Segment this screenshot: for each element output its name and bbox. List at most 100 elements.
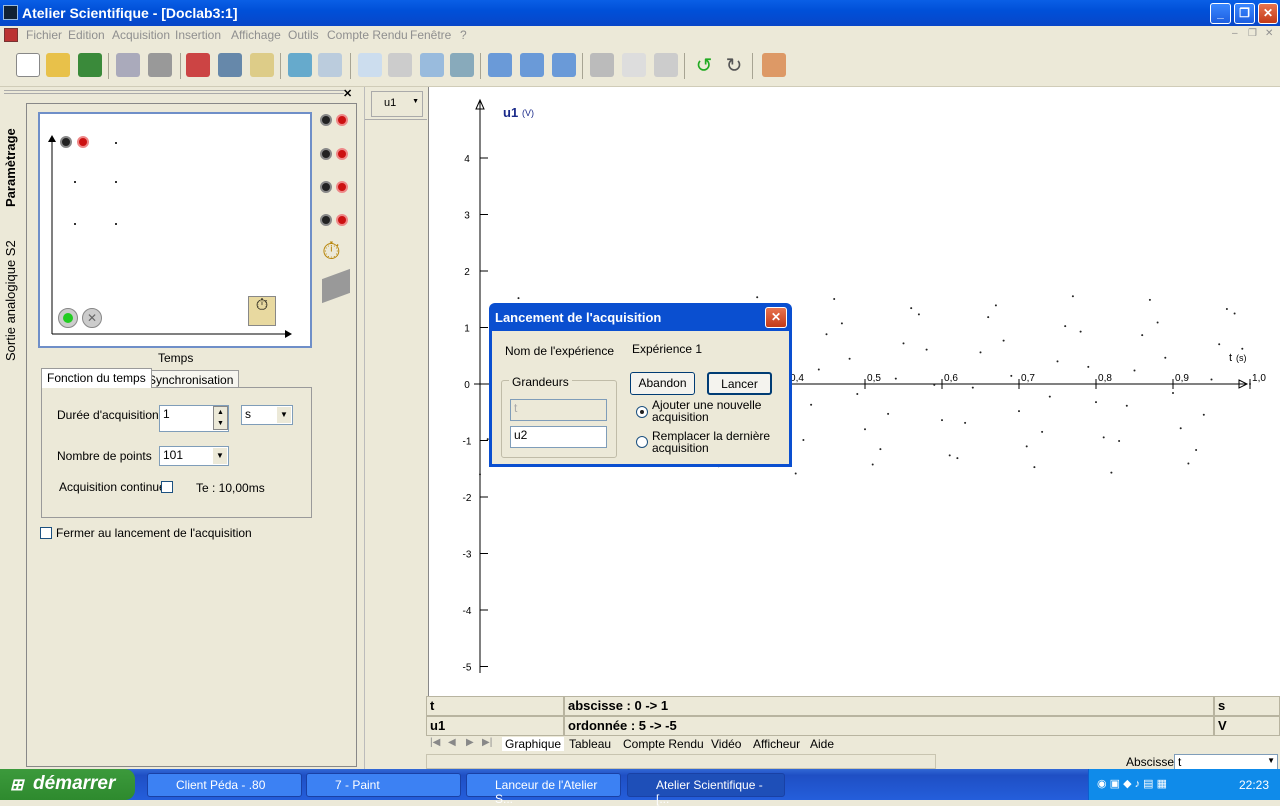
prev-page-icon[interactable]: ◀ xyxy=(448,737,456,748)
tab-graphique[interactable]: Graphique xyxy=(502,737,565,751)
data-point xyxy=(925,348,928,351)
copy-icon[interactable] xyxy=(622,53,646,77)
duree-spinner[interactable]: ▲ ▼ xyxy=(213,406,228,430)
panel-close-icon[interactable]: ✕ xyxy=(343,87,352,100)
tab-afficheur[interactable]: Afficheur xyxy=(753,737,800,751)
probes-icon[interactable] xyxy=(186,53,210,77)
data-point xyxy=(1018,410,1020,413)
grandeurs-label: Grandeurs xyxy=(509,375,572,389)
table-icon[interactable] xyxy=(450,53,474,77)
tools-icon[interactable] xyxy=(250,53,274,77)
data-point xyxy=(479,473,481,476)
text-icon[interactable] xyxy=(420,53,444,77)
tab-compte-rendu[interactable]: Compte Rendu xyxy=(623,737,704,751)
next-page-icon[interactable]: ▶ xyxy=(466,737,474,748)
data-point xyxy=(948,454,951,457)
lancer-button[interactable]: Lancer xyxy=(707,372,772,395)
last-page-icon[interactable]: ▶| xyxy=(482,737,492,748)
menu-insertion[interactable]: Insertion xyxy=(175,28,221,42)
crosshair-icon[interactable] xyxy=(388,53,412,77)
maximize-button[interactable]: ❐ xyxy=(1234,3,1255,24)
variable-select[interactable]: u1 ▼ xyxy=(371,91,423,117)
radio-remplacer[interactable] xyxy=(636,436,648,448)
tab-synchronisation[interactable]: Synchronisation xyxy=(142,370,240,388)
stopwatch-icon[interactable]: ⏱ xyxy=(322,238,350,268)
data-point xyxy=(933,383,936,386)
tab-parametrage[interactable]: Paramètrage xyxy=(3,118,27,218)
task-client-peda[interactable]: Client Péda - .80 xyxy=(147,773,302,797)
abscisse-select[interactable]: t ▼ xyxy=(1174,754,1278,770)
tray-icons[interactable]: ◉ ▣ ◆ ♪ ▤ ▦ xyxy=(1097,777,1167,790)
menu-help[interactable]: ? xyxy=(460,28,467,42)
fermer-checkbox[interactable] xyxy=(40,527,52,539)
close-button[interactable]: ✕ xyxy=(1258,3,1278,24)
y-tick-label: -2 xyxy=(463,493,472,504)
calc-icon[interactable] xyxy=(288,53,312,77)
menu-acquisition[interactable]: Acquisition xyxy=(112,28,170,42)
first-page-icon[interactable]: |◀ xyxy=(430,737,440,748)
tab-aide[interactable]: Aide xyxy=(810,737,834,751)
mdi-close-icon[interactable]: ✕ xyxy=(1265,28,1273,39)
menu-compte-rendu[interactable]: Compte Rendu xyxy=(327,28,408,42)
layout2-icon[interactable] xyxy=(520,53,544,77)
print-preview-icon[interactable] xyxy=(116,53,140,77)
tab-video[interactable]: Vidéo xyxy=(711,737,741,751)
grandeur-t-field[interactable]: t xyxy=(510,399,607,421)
print-icon[interactable] xyxy=(148,53,172,77)
start-green-icon[interactable] xyxy=(58,308,78,328)
mdi-minimize-icon[interactable]: – xyxy=(1232,28,1238,39)
y-tick-label: -4 xyxy=(463,606,472,617)
task-lanceur[interactable]: Lanceur de l'Atelier S... xyxy=(466,773,621,806)
grid-icon[interactable] xyxy=(358,53,382,77)
data-point xyxy=(756,296,759,299)
data-point xyxy=(1187,462,1190,465)
tab-sortie-analogique[interactable]: Sortie analogique S2 xyxy=(3,233,27,368)
data-point xyxy=(894,377,897,380)
task-atelier[interactable]: Atelier Scientifique - [... xyxy=(627,773,785,806)
sensor-icon[interactable] xyxy=(218,53,242,77)
task-paint[interactable]: 7 - Paint xyxy=(306,773,461,797)
continue-checkbox[interactable] xyxy=(161,481,173,493)
menu-edition[interactable]: Edition xyxy=(68,28,105,42)
chevron-down-icon: ▼ xyxy=(412,98,419,105)
unit-select[interactable]: s ▼ xyxy=(241,405,293,425)
input-jack-red-icon[interactable] xyxy=(77,136,89,148)
eraser-icon[interactable] xyxy=(322,268,350,304)
data-point xyxy=(1241,347,1244,350)
cancel-gray-icon[interactable]: ✕ xyxy=(82,308,102,328)
layout1-icon[interactable] xyxy=(488,53,512,77)
input-jack-icon[interactable] xyxy=(60,136,72,148)
minimize-button[interactable]: _ xyxy=(1210,3,1231,24)
menu-fenetre[interactable]: Fenêtre xyxy=(410,28,451,42)
mdi-restore-icon[interactable]: ❐ xyxy=(1248,28,1257,39)
redo-icon[interactable]: ↻ xyxy=(722,53,746,77)
paste-icon[interactable] xyxy=(654,53,678,77)
x-var-cell: t xyxy=(426,696,564,716)
curve-icon[interactable] xyxy=(318,53,342,77)
tab-tableau[interactable]: Tableau xyxy=(569,737,611,751)
cut-icon[interactable] xyxy=(590,53,614,77)
data-point xyxy=(1071,295,1074,298)
undo-icon[interactable]: ↺ xyxy=(692,53,716,77)
new-file-icon[interactable] xyxy=(16,53,40,77)
menu-fichier[interactable]: Fichier xyxy=(26,28,62,42)
report-icon[interactable] xyxy=(762,53,786,77)
points-select[interactable]: 101 ▼ xyxy=(159,446,229,466)
data-point xyxy=(825,333,828,336)
menu-outils[interactable]: Outils xyxy=(288,28,319,42)
status-bar: Abscisse t ▼ xyxy=(426,754,1280,770)
save-icon[interactable] xyxy=(78,53,102,77)
dialog-close-button[interactable]: ✕ xyxy=(765,307,787,328)
open-folder-icon[interactable] xyxy=(46,53,70,77)
timer-icon[interactable]: ⏱ xyxy=(248,296,276,326)
layout3-icon[interactable] xyxy=(552,53,576,77)
radio-ajouter[interactable] xyxy=(636,406,648,418)
menu-affichage[interactable]: Affichage xyxy=(231,28,281,42)
data-point xyxy=(1033,466,1036,469)
data-point xyxy=(1102,436,1105,439)
tab-fonction-du-temps[interactable]: Fonction du temps xyxy=(41,368,152,388)
x-tick-label: 0,7 xyxy=(1021,373,1035,384)
grandeur-u2-field[interactable]: u2 xyxy=(510,426,607,448)
start-button[interactable]: ⊞ démarrer xyxy=(0,769,135,800)
abandon-button[interactable]: Abandon xyxy=(630,372,695,395)
